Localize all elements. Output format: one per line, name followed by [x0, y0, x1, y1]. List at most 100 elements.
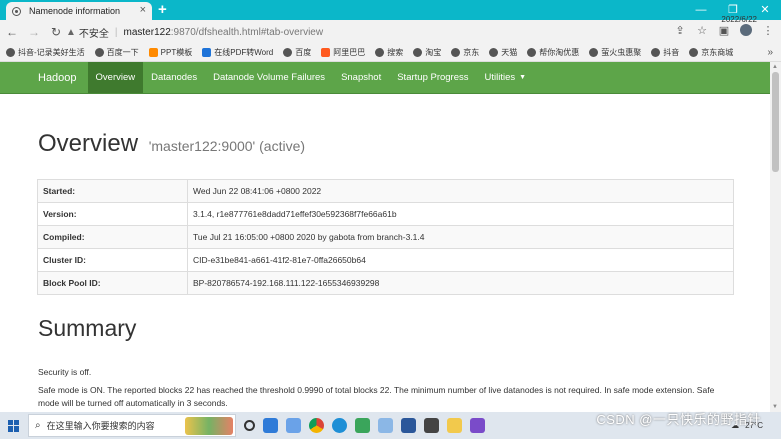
edge-legacy-icon[interactable]	[286, 418, 301, 433]
star-icon[interactable]: ☆	[695, 24, 709, 39]
security-status: Security is off.	[38, 367, 92, 377]
table-row: Cluster ID: CID-e31be841-a661-41f2-81e7-0…	[37, 248, 734, 272]
overview-subtitle: 'master122:9000' (active)	[148, 138, 306, 154]
menu-icon[interactable]: ⋮	[761, 24, 775, 39]
table-row: Version: 3.1.4, r1e877761e8dadd71effef30e…	[37, 202, 734, 226]
share-icon[interactable]: ⇪	[673, 24, 687, 39]
globe-icon	[12, 6, 21, 16]
page-scrollbar[interactable]: ▲ ▼	[770, 62, 781, 412]
avatar[interactable]	[739, 24, 753, 39]
globe-icon	[413, 48, 423, 57]
task-view-icon[interactable]	[244, 420, 255, 431]
browser-tab[interactable]: Namenode information ×	[6, 2, 152, 20]
page-viewport: Hadoop Overview Datanodes Datanode Volum…	[0, 62, 770, 412]
word-icon[interactable]	[401, 418, 416, 433]
search-highlight-image	[185, 417, 233, 435]
globe-icon	[689, 48, 699, 57]
bookmark-label: 抖音-记录美好生活	[18, 48, 85, 57]
reload-icon[interactable]: ↻	[46, 25, 66, 39]
hadoop-brand[interactable]: Hadoop	[27, 62, 88, 93]
row-value: CID-e31be841-a661-41f2-81e7-0ffa26650b64	[187, 248, 734, 272]
bookmark-item[interactable]: 百度	[283, 47, 311, 58]
watermark-text: CSDN @一只快乐的野指针	[596, 412, 761, 427]
nav-datanodes[interactable]: Datanodes	[143, 62, 205, 93]
bookmark-label: 京东商城	[701, 48, 734, 57]
row-value: Tue Jul 21 16:05:00 +0800 2020 by gabota…	[187, 225, 734, 249]
row-value: BP-820786574-192.168.111.122-16553469392…	[187, 271, 734, 295]
url-host: master122	[123, 26, 171, 38]
files-icon[interactable]	[378, 418, 393, 433]
bookmark-label: 阿里巴巴	[333, 48, 366, 57]
address-bar[interactable]: ▲ 不安全 | master122 :9870/dfshealth.html#t…	[66, 23, 658, 41]
table-row: Compiled: Tue Jul 21 16:05:00 +0800 2020 …	[37, 225, 734, 249]
forward-arrow-icon[interactable]: →	[24, 25, 44, 39]
globe-icon	[489, 48, 499, 57]
bookmark-item[interactable]: 阿里巴巴	[321, 47, 365, 58]
tiktok-icon	[6, 48, 15, 57]
row-key: Started:	[37, 179, 188, 203]
minimize-icon[interactable]: —	[685, 0, 717, 20]
row-key: Version:	[37, 202, 188, 226]
folder-icon[interactable]	[447, 418, 462, 433]
bookmark-item[interactable]: 天猫	[489, 47, 517, 58]
bookmarks-overflow-icon[interactable]: »	[767, 47, 773, 58]
bookmark-item[interactable]: 抖音	[651, 47, 679, 58]
scrollbar-thumb[interactable]	[772, 72, 779, 172]
app-icon[interactable]	[355, 418, 370, 433]
tab-close-icon[interactable]: ×	[140, 4, 146, 16]
nav-startup-progress[interactable]: Startup Progress	[389, 62, 476, 93]
row-value: Wed Jun 22 08:41:06 +0800 2022	[187, 179, 734, 203]
bookmark-item[interactable]: 在线PDF转Word	[202, 47, 273, 58]
ppt-icon	[148, 48, 158, 57]
store-icon[interactable]	[263, 418, 278, 433]
pdf-icon	[202, 48, 212, 57]
edge-icon[interactable]	[332, 418, 347, 433]
globe-icon	[527, 48, 537, 57]
scroll-down-icon[interactable]: ▼	[772, 404, 778, 410]
bookmark-item[interactable]: 搜索	[375, 47, 403, 58]
chrome-icon[interactable]	[309, 418, 324, 433]
terminal-icon[interactable]	[424, 418, 439, 433]
bookmarks-bar: 抖音-记录美好生活 百度一下 PPT模板 在线PDF转Word 百度 阿里巴巴 …	[0, 44, 781, 62]
bookmark-item[interactable]: 抖音-记录美好生活	[6, 47, 85, 58]
search-icon: ⌕	[35, 420, 41, 431]
summary-title: Summary	[38, 315, 137, 341]
taskbar-date: 2022/6/22	[721, 15, 757, 24]
row-key: Cluster ID:	[37, 248, 188, 272]
bookmark-item[interactable]: 百度一下	[94, 47, 139, 58]
not-secure-label: 不安全	[78, 28, 109, 40]
taskbar-search[interactable]: ⌕ 在这里输入你要搜索的内容	[28, 414, 236, 437]
bookmark-item[interactable]: 京东商城	[689, 47, 733, 58]
globe-icon	[651, 48, 661, 57]
bookmark-label: 天猫	[501, 48, 518, 57]
nav-volume-failures[interactable]: Datanode Volume Failures	[205, 62, 333, 93]
bookmark-label: 萤火虫惠聚	[601, 48, 642, 57]
globe-icon	[451, 48, 461, 57]
nav-overview[interactable]: Overview	[87, 62, 144, 93]
warning-icon: ▲	[66, 26, 76, 38]
row-key: Block Pool ID:	[37, 271, 188, 295]
bookmark-item[interactable]: 帮你淘优惠	[527, 47, 579, 58]
bookmark-label: 在线PDF转Word	[214, 48, 274, 57]
start-button[interactable]	[0, 412, 28, 439]
alibaba-icon	[321, 48, 331, 57]
nav-utilities[interactable]: Utilities ▼	[477, 62, 535, 93]
bookmark-item[interactable]: 萤火虫惠聚	[589, 47, 641, 58]
globe-icon	[94, 48, 104, 57]
bookmark-label: 搜索	[387, 48, 404, 57]
overview-table: Started: Wed Jun 22 08:41:06 +0800 2022 V…	[37, 179, 734, 295]
bookmark-item[interactable]: 淘宝	[413, 47, 441, 58]
tab-title: Namenode information	[29, 6, 121, 16]
bookmark-item[interactable]: 京东	[451, 47, 479, 58]
globe-icon	[375, 48, 385, 57]
intellij-icon[interactable]	[470, 418, 485, 433]
taskbar-search-placeholder: 在这里输入你要搜索的内容	[46, 421, 155, 431]
overview-title: Overview	[38, 130, 139, 157]
new-tab-button[interactable]: +	[158, 1, 167, 18]
bookmark-item[interactable]: PPT模板	[148, 47, 192, 58]
nav-snapshot[interactable]: Snapshot	[333, 62, 389, 93]
sidebar-icon[interactable]: ▣	[717, 24, 731, 39]
scroll-up-icon[interactable]: ▲	[772, 64, 778, 70]
hadoop-navbar: Hadoop Overview Datanodes Datanode Volum…	[0, 62, 770, 94]
back-arrow-icon[interactable]: ←	[2, 25, 22, 39]
